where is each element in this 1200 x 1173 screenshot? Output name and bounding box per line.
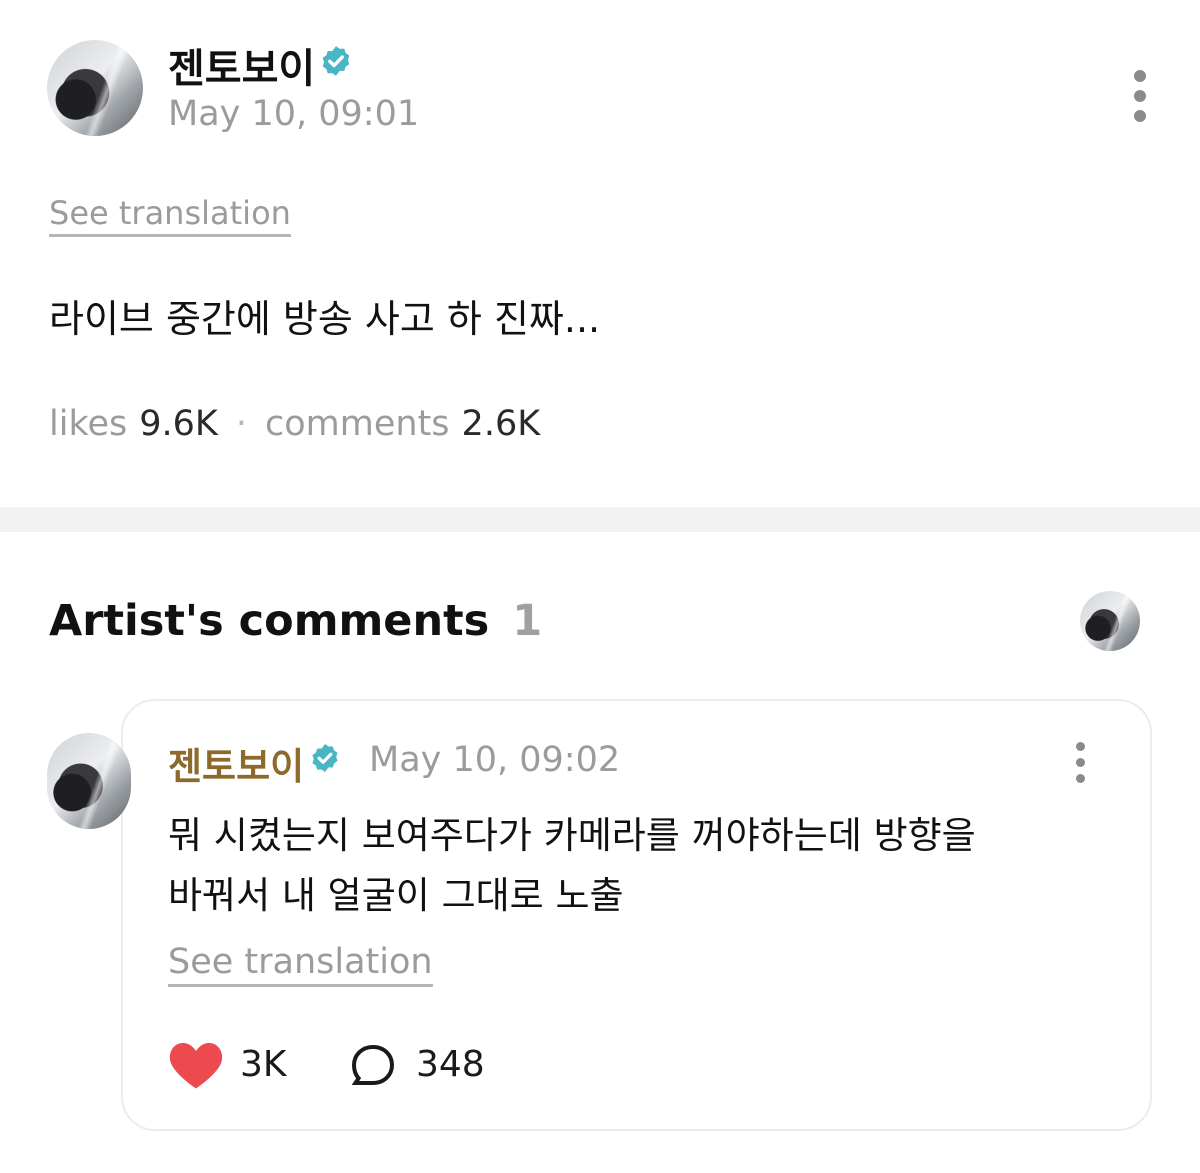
post-author-avatar[interactable] [47,40,143,136]
likes-count[interactable]: 9.6K [139,404,218,444]
comments-label: comments [265,404,450,444]
more-options-icon[interactable] [1134,70,1146,122]
comment-like-count: 3K [240,1044,287,1085]
post-author-name[interactable]: 젠토보이 [168,36,315,94]
comment-timestamp: May 10, 09:02 [369,740,621,780]
post-timestamp: May 10, 09:01 [168,94,420,134]
comment-author-name[interactable]: 젠토보이 [168,736,304,790]
comment-bubble-icon[interactable] [348,1042,398,1090]
likes-label: likes [49,404,128,444]
more-options-icon[interactable] [1074,742,1086,783]
comment-see-translation[interactable]: See translation [168,942,433,987]
heart-icon[interactable] [168,1038,224,1090]
comments-count[interactable]: 2.6K [462,404,541,444]
comment-reply-count: 348 [416,1044,485,1085]
comment-text-line-1: 뭐 시켰는지 보여주다가 카메라를 꺼야하는데 방향을 [168,814,976,857]
post-text: 라이브 중간에 방송 사고 하 진짜... [49,297,601,341]
artist-comments-heading: Artist's comments 1 [49,596,542,646]
post-see-translation[interactable]: See translation [49,194,291,237]
verified-icon [322,46,350,76]
artist-avatar-small[interactable] [1080,591,1140,651]
post-stats: likes 9.6K · comments 2.6K [49,404,540,444]
section-divider [0,507,1200,532]
comment-author-avatar[interactable] [47,733,131,829]
verified-icon [312,744,338,772]
artist-comments-count: 1 [512,596,543,646]
artist-comments-title: Artist's comments [49,596,490,646]
stats-separator: · [235,404,248,444]
comment-text-line-2: 바꿔서 내 얼굴이 그대로 노출 [168,874,624,917]
